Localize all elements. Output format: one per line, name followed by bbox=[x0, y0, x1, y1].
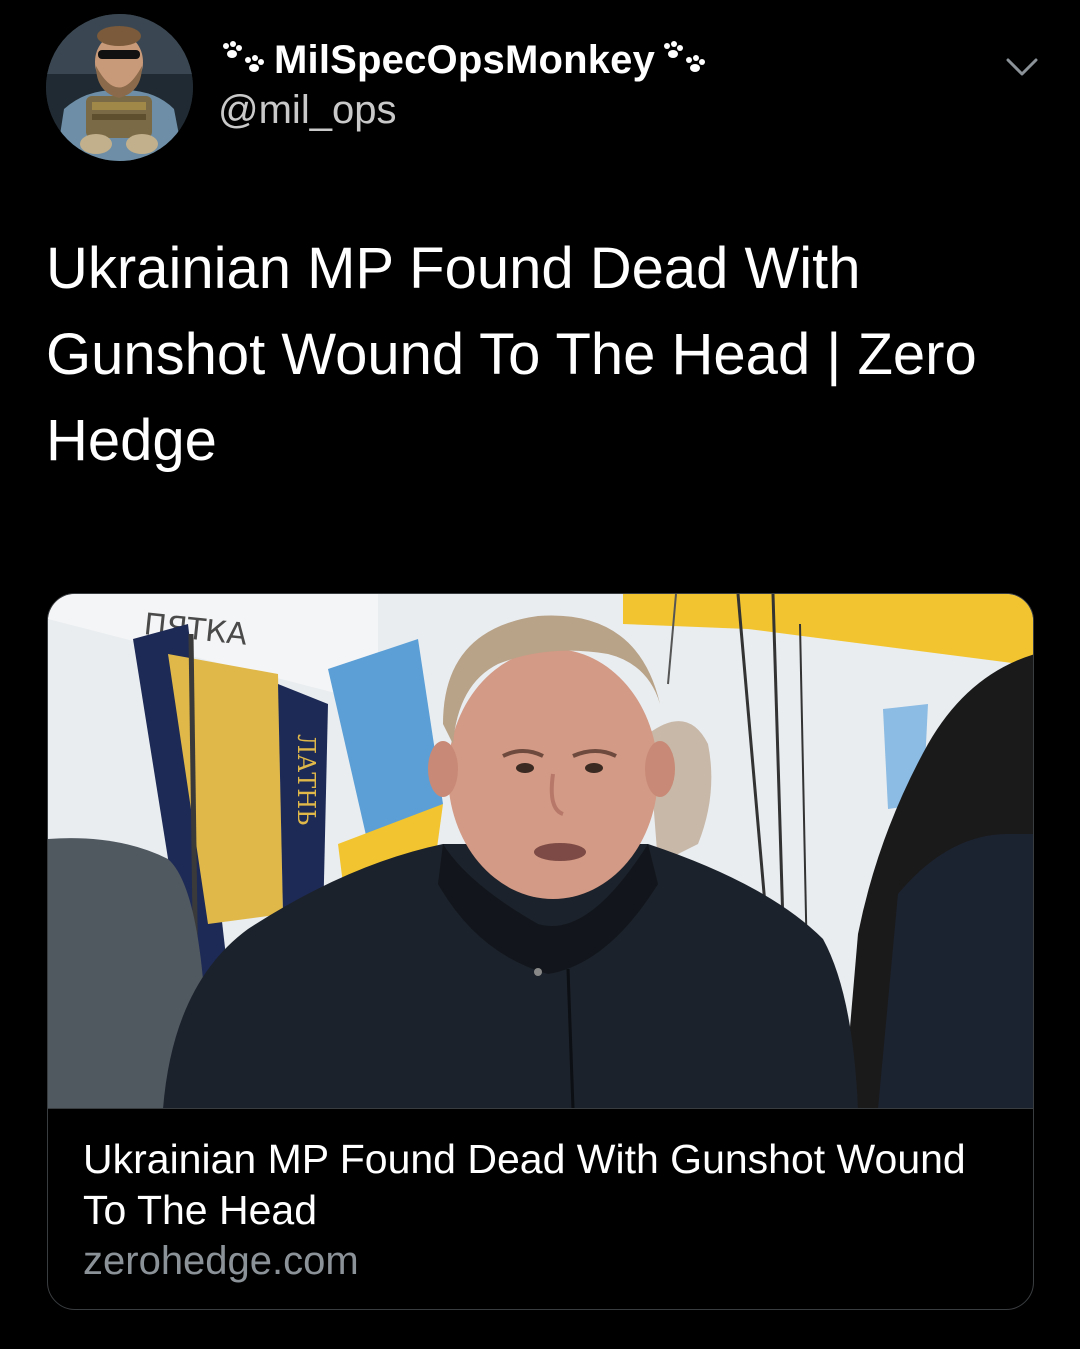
tweet-text: Ukrainian MP Found Dead With Gunshot Wou… bbox=[46, 236, 977, 473]
profile-avatar[interactable] bbox=[46, 14, 193, 161]
display-name[interactable]: MilSpecOpsMonkey bbox=[274, 38, 655, 83]
card-title[interactable]: Ukrainian MP Found Dead With Gunshot Wou… bbox=[83, 1134, 983, 1236]
tweet[interactable]: MilSpecOpsMonkey @mil_ops Ukrainian MP F… bbox=[0, 0, 1080, 1349]
user-handle[interactable]: @mil_ops bbox=[218, 88, 396, 133]
paw-prints-icon bbox=[218, 40, 270, 80]
paw-prints-icon bbox=[659, 40, 711, 80]
banner-side-text: ЛАТНЬ bbox=[292, 734, 320, 825]
link-card[interactable]: ПЯТКА ЛАТНЬ Ukrainian MP Found Dead With… bbox=[47, 593, 1034, 1310]
chevron-down-icon[interactable] bbox=[1002, 50, 1042, 82]
card-divider bbox=[48, 1108, 1033, 1109]
card-domain[interactable]: zerohedge.com bbox=[83, 1239, 359, 1284]
card-image[interactable]: ПЯТКА ЛАТНЬ bbox=[48, 594, 1033, 1109]
display-name-row[interactable]: MilSpecOpsMonkey bbox=[218, 32, 711, 88]
